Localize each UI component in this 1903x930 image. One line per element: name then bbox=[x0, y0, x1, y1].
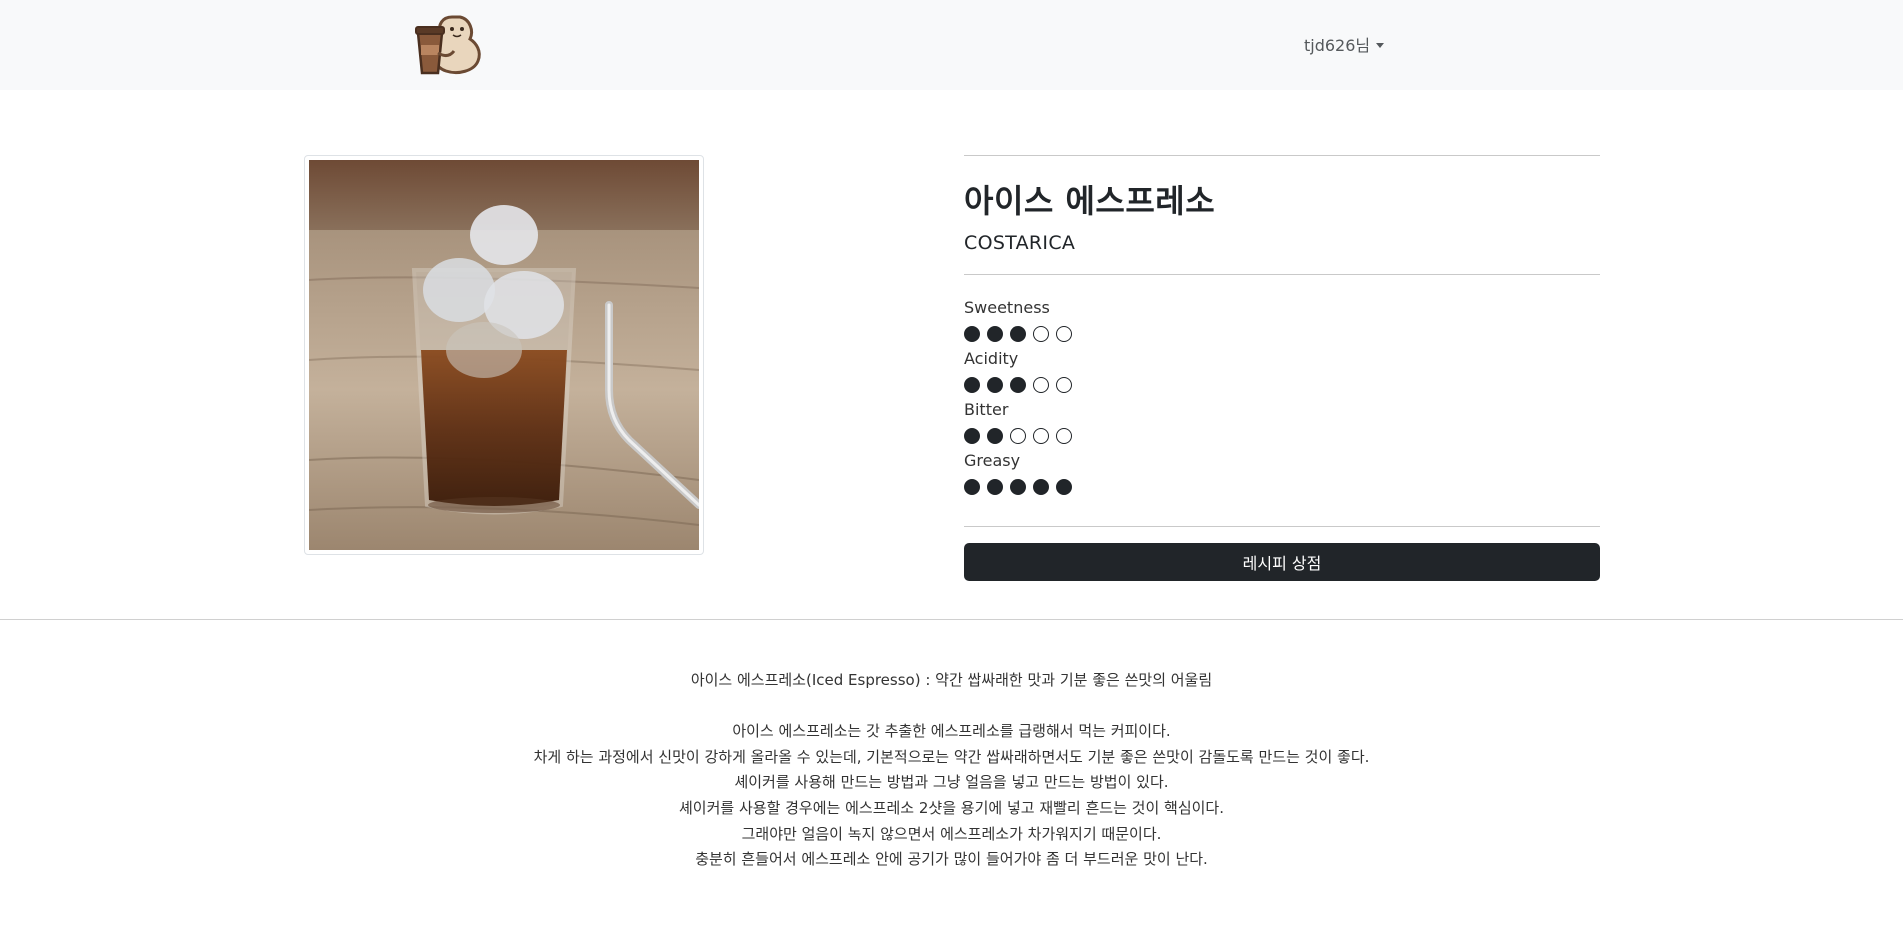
description-line: 셰이커를 사용해 만드는 방법과 그냥 얼음을 넣고 만드는 방법이 있다. bbox=[734, 773, 1169, 792]
empty-circle-icon bbox=[1056, 376, 1072, 393]
description-line: 차게 하는 과정에서 신맛이 강하게 올라올 수 있는데, 기본적으로는 약간 … bbox=[533, 747, 1370, 766]
filled-circle-icon bbox=[964, 325, 980, 342]
filled-circle-icon bbox=[964, 376, 980, 393]
taste-profile: Sweetness Acidity Bitter Greasy bbox=[964, 297, 1600, 501]
user-dropdown[interactable]: tjd626님 bbox=[1304, 32, 1385, 56]
empty-circle-icon bbox=[1033, 325, 1049, 342]
filled-circle-icon bbox=[1010, 325, 1026, 342]
username-label: tjd626님 bbox=[1304, 36, 1371, 55]
product-description: 아이스 에스프레소(Iced Espresso) : 약간 쌉싸래한 맛과 기분… bbox=[0, 668, 1903, 873]
coffee-mascot-logo[interactable] bbox=[412, 9, 488, 79]
filled-circle-icon bbox=[987, 427, 1003, 444]
taste-label-greasy: Greasy bbox=[964, 451, 1021, 470]
empty-circle-icon bbox=[1010, 427, 1026, 444]
product-title: 아이스 에스프레소 bbox=[964, 182, 1216, 220]
filled-circle-icon bbox=[987, 376, 1003, 393]
taste-rating-sweetness bbox=[964, 319, 1600, 348]
navbar: tjd626님 bbox=[0, 0, 1903, 90]
empty-circle-icon bbox=[1056, 427, 1072, 444]
taste-rating-acidity bbox=[964, 370, 1600, 399]
empty-circle-icon bbox=[1033, 376, 1049, 393]
product-origin: COSTARICA bbox=[964, 232, 1076, 254]
filled-circle-icon bbox=[987, 478, 1003, 495]
taste-rating-greasy bbox=[964, 472, 1600, 501]
filled-circle-icon bbox=[1010, 376, 1026, 393]
caret-down-icon bbox=[1376, 42, 1385, 48]
empty-circle-icon bbox=[1056, 325, 1072, 342]
empty-circle-icon bbox=[1033, 427, 1049, 444]
product-image-frame bbox=[304, 155, 704, 555]
filled-circle-icon bbox=[964, 427, 980, 444]
taste-label-bitter: Bitter bbox=[964, 400, 1009, 419]
taste-rating-bitter bbox=[964, 421, 1600, 450]
product-info: 아이스 에스프레소 COSTARICA Sweetness Acidity Bitt… bbox=[964, 155, 1600, 501]
iced-espresso-photo bbox=[309, 160, 699, 550]
description-line: 그래야만 얼음이 녹지 않으면서 에스프레소가 차가워지기 때문이다. bbox=[741, 824, 1162, 843]
description-line: 셰이커를 사용할 경우에는 에스프레소 2샷을 용기에 넣고 재빨리 흔드는 것… bbox=[679, 798, 1224, 817]
divider bbox=[964, 155, 1600, 156]
taste-label-acidity: Acidity bbox=[964, 349, 1019, 368]
description-line: 충분히 흔들어서 에스프레소 안에 공기가 많이 들어가야 좀 더 부드러운 맛… bbox=[695, 850, 1208, 869]
filled-circle-icon bbox=[987, 325, 1003, 342]
section-divider bbox=[0, 619, 1903, 620]
taste-label-sweetness: Sweetness bbox=[964, 298, 1050, 317]
filled-circle-icon bbox=[964, 478, 980, 495]
divider bbox=[964, 526, 1600, 527]
filled-circle-icon bbox=[1010, 478, 1026, 495]
filled-circle-icon bbox=[1056, 478, 1072, 495]
recipe-shop-button[interactable]: 레시피 상점 bbox=[964, 543, 1600, 581]
filled-circle-icon bbox=[1033, 478, 1049, 495]
description-line: 아이스 에스프레소는 갓 추출한 에스프레소를 급랭해서 먹는 커피이다. bbox=[732, 722, 1171, 741]
divider bbox=[964, 274, 1600, 275]
description-headline: 아이스 에스프레소(Iced Espresso) : 약간 쌉싸래한 맛과 기분… bbox=[690, 671, 1213, 689]
